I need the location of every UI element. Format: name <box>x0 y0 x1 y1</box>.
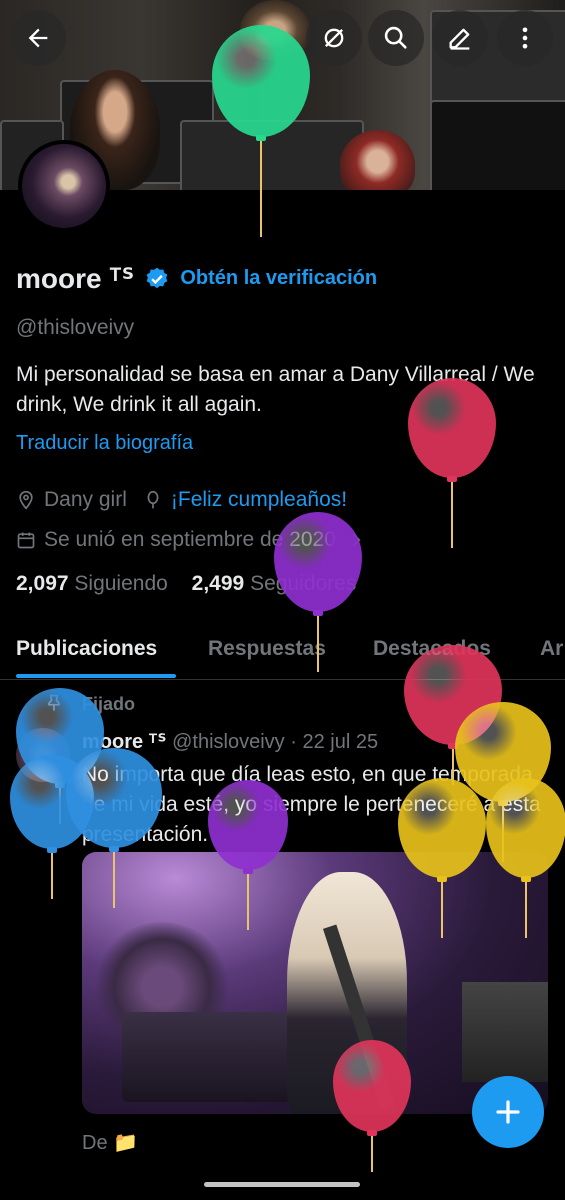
balloon <box>486 778 565 938</box>
post-footer: De 📁 <box>82 1132 139 1154</box>
birthday-balloon-icon <box>147 490 159 509</box>
calendar-icon <box>17 532 35 549</box>
profile-name-row: moore ᵀᔆ Obtén la verificación <box>16 262 377 295</box>
more-vertical-icon <box>522 27 528 49</box>
plus-icon <box>496 1100 520 1124</box>
home-indicator[interactable] <box>204 1182 360 1187</box>
tab-publicaciones[interactable]: Publicaciones <box>16 637 157 661</box>
profile-avatar[interactable] <box>18 140 110 232</box>
get-verified-link[interactable]: Obtén la verificación <box>180 267 377 290</box>
balloon <box>398 778 486 938</box>
profile-name: moore ᵀᔆ <box>16 263 135 294</box>
post-date: 22 jul 25 <box>302 731 379 753</box>
grok-icon <box>324 28 344 48</box>
verified-badge-icon[interactable] <box>144 266 170 292</box>
balloon <box>212 25 310 237</box>
search-button[interactable] <box>368 10 424 66</box>
profile-location: Dany girl <box>44 488 127 511</box>
post-separator: · <box>290 731 297 753</box>
balloon <box>208 780 288 930</box>
post-author-handle: @thisloveivy <box>172 731 285 753</box>
more-options-button[interactable] <box>497 10 553 66</box>
balloon <box>333 1040 411 1172</box>
profile-meta-row: Dany girl ¡Feliz cumpleaños! <box>16 488 347 512</box>
search-icon <box>384 26 407 49</box>
following-label: Siguiendo <box>74 572 168 595</box>
profile-birthday[interactable]: ¡Feliz cumpleaños! <box>171 488 347 512</box>
edit-button[interactable] <box>432 10 488 66</box>
profile-handle: @thisloveivy <box>16 316 135 339</box>
back-arrow-icon <box>28 28 48 48</box>
balloon <box>408 378 496 548</box>
edit-icon <box>449 28 470 50</box>
location-pin-icon <box>19 490 33 510</box>
translate-bio-link[interactable]: Traducir la biografía <box>16 432 193 455</box>
following-count: 2,097 <box>16 572 69 595</box>
tab-articulos[interactable]: Ar <box>540 637 563 661</box>
balloon <box>66 748 162 908</box>
grok-button[interactable] <box>306 10 362 66</box>
followers-count: 2,499 <box>191 572 245 595</box>
active-tab-indicator <box>16 674 176 678</box>
balloon <box>274 512 362 672</box>
compose-button[interactable] <box>472 1076 544 1148</box>
following-link[interactable]: 2,097 Siguiendo <box>16 572 168 595</box>
back-button[interactable] <box>10 10 66 66</box>
